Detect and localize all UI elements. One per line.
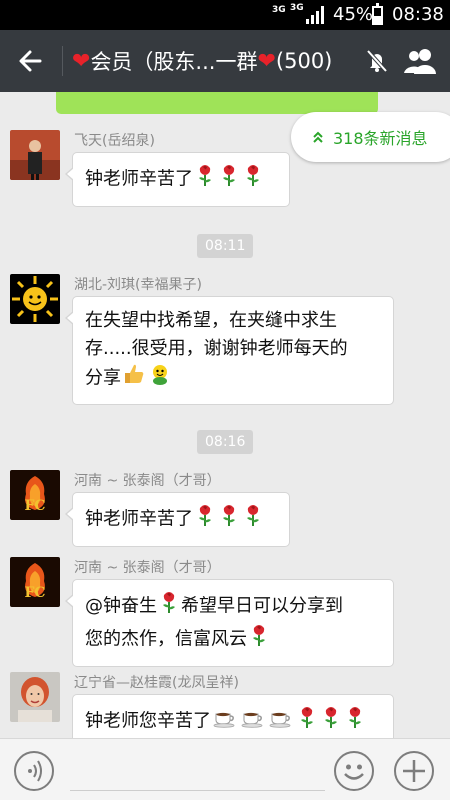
timestamp: 08:11	[197, 234, 254, 258]
message-text: 钟老师辛苦了	[85, 168, 193, 190]
message-text: 希望早日可以分享到	[181, 595, 343, 617]
status-bar: 3G 3G 45% 08:38	[0, 0, 450, 30]
bell-mute-icon	[366, 49, 388, 73]
smiley-icon	[344, 764, 364, 780]
svg-text:FC: FC	[24, 585, 45, 601]
message-bubble[interactable]: 钟老师辛苦了	[65, 492, 290, 547]
smiley-frog-icon	[149, 363, 171, 394]
new-messages-button[interactable]: 318条新消息	[291, 112, 450, 162]
fc-avatar-icon: FC	[10, 557, 60, 607]
voice-button[interactable]	[14, 751, 54, 791]
mute-indicator	[364, 48, 390, 74]
message-bubble[interactable]: @钟奋生 希望早日可以分享到 您的杰作，信富风云	[65, 579, 394, 667]
network-type-2: 3G	[290, 3, 304, 13]
heart-icon: ❤	[72, 48, 91, 74]
group-info-button[interactable]	[402, 46, 438, 76]
rose-icon	[159, 590, 179, 623]
signal-icon	[306, 6, 326, 24]
svg-text:FC: FC	[24, 498, 45, 514]
chat-title[interactable]: ❤ 会员（股东...一群 ❤ (500)	[72, 30, 332, 92]
coffee-icon	[269, 706, 293, 737]
avatar[interactable]	[10, 274, 60, 324]
sender-name: 飞天(岳绍泉)	[74, 133, 155, 149]
rose-icon	[297, 705, 317, 738]
avatar[interactable]	[10, 672, 60, 722]
sender-name: 湖北-刘琪(幸福果子)	[74, 277, 202, 293]
group-name: 会员（股东...一群	[90, 50, 258, 74]
mention-text: @钟奋生	[85, 595, 157, 617]
member-count: (500)	[275, 49, 333, 73]
message-bubble[interactable]: 钟老师辛苦了	[65, 152, 290, 207]
battery-icon	[372, 3, 383, 25]
battery-percent: 45%	[333, 4, 374, 25]
avatar-image	[10, 130, 60, 180]
message-text: 钟老师辛苦了	[85, 508, 193, 530]
arrow-left-icon	[19, 50, 42, 72]
people-icon	[404, 49, 436, 74]
coffee-icon	[213, 706, 237, 737]
timestamp: 08:16	[197, 430, 254, 454]
new-messages-label: 318条新消息	[333, 129, 428, 148]
message-text: 钟老师您辛苦了	[85, 710, 211, 732]
coffee-icon	[241, 706, 265, 737]
rose-icon	[219, 503, 239, 536]
emoji-button[interactable]	[334, 751, 374, 791]
rose-icon	[243, 503, 263, 536]
rose-icon	[345, 705, 365, 738]
header-divider	[62, 46, 63, 76]
avatar[interactable]: FC	[10, 557, 60, 607]
message-text-line: 在失望中找希望，在夹缝中求生	[85, 310, 337, 331]
outgoing-bubble-partial[interactable]	[56, 92, 378, 114]
avatar[interactable]: FC	[10, 470, 60, 520]
message-text: 您的杰作，信富风云	[85, 628, 247, 650]
message-text-line: 分享	[85, 367, 121, 389]
thumbs-up-icon	[123, 363, 145, 394]
avatar[interactable]	[10, 130, 60, 180]
message-text-line: 存.....很受用，谢谢钟老师每天的	[85, 338, 348, 359]
plus-icon	[403, 760, 425, 782]
rose-icon	[249, 623, 269, 656]
more-button[interactable]	[394, 751, 434, 791]
message-bubble[interactable]: 钟老师您辛苦了	[72, 694, 394, 738]
network-type-1: 3G	[272, 5, 286, 15]
double-chevron-up-icon	[313, 131, 323, 143]
message-bubble[interactable]: 在失望中找希望，在夹缝中求生 存.....很受用，谢谢钟老师每天的 分享	[65, 296, 394, 405]
sender-name: 河南 ~ 张泰阁（才哥）	[74, 473, 221, 489]
input-bar	[0, 738, 450, 800]
rose-icon	[243, 163, 263, 196]
rose-icon	[321, 705, 341, 738]
message-list[interactable]: 飞天(岳绍泉) 钟老师辛苦了 08:11 湖北-刘琪(幸福果子) 在失望中找希望…	[0, 92, 450, 738]
message-input[interactable]	[70, 755, 325, 791]
avatar-image	[10, 672, 60, 722]
voice-icon	[28, 760, 42, 782]
status-clock: 08:38	[392, 4, 444, 25]
sender-name: 辽宁省—赵桂霞(龙凤呈祥)	[74, 675, 239, 691]
rose-icon	[219, 163, 239, 196]
rose-icon	[195, 163, 215, 196]
sun-avatar-icon	[10, 274, 60, 324]
fc-avatar-icon: FC	[10, 470, 60, 520]
chat-header: ❤ 会员（股东...一群 ❤ (500)	[0, 30, 450, 92]
heart-icon: ❤	[257, 48, 276, 74]
back-button[interactable]	[10, 40, 52, 82]
rose-icon	[195, 503, 215, 536]
sender-name: 河南 ~ 张泰阁（才哥）	[74, 560, 221, 576]
